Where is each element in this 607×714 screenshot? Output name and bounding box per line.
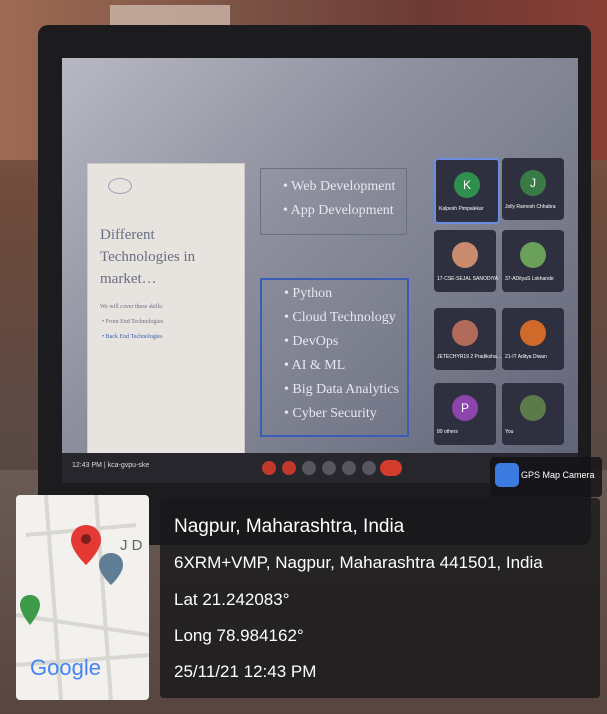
participant-name: Kalpesh Pimpalekar	[439, 206, 484, 212]
participant-tile[interactable]: P 80 others	[434, 383, 496, 445]
avatar	[452, 320, 478, 346]
location-city: Nagpur, Maharashtra, India	[174, 516, 405, 537]
topic-item: • Cyber Security	[284, 406, 377, 421]
more-options-icon[interactable]	[362, 461, 376, 475]
avatar	[520, 242, 546, 268]
gps-camera-icon	[495, 463, 519, 487]
topic-item: • DevOps	[284, 334, 339, 349]
topic-item: • Cloud Technology	[284, 310, 396, 325]
location-map: J D Google	[16, 495, 149, 700]
monitor-screen: Different Technologies in market… We wil…	[62, 58, 578, 483]
school-pin-icon	[99, 553, 123, 585]
participant-tile[interactable]: 37-ADityaS Lokhande	[502, 230, 564, 292]
park-pin-icon	[20, 595, 40, 625]
participant-name: 17-CSE-SEJAL SANODIYA	[437, 276, 499, 282]
topic-box-development: • Web Development • App Development	[260, 168, 407, 235]
avatar: J	[520, 170, 546, 196]
participant-name: 37-ADityaS Lokhande	[505, 276, 554, 282]
participant-tile[interactable]: K Kalpesh Pimpalekar	[434, 158, 500, 224]
map-place-initials: J D	[120, 537, 143, 554]
gps-camera-badge: GPS Map Camera	[490, 457, 602, 497]
avatar	[452, 242, 478, 268]
avatar: K	[454, 172, 480, 198]
gps-camera-label: GPS Map Camera	[521, 470, 595, 480]
avatar	[520, 320, 546, 346]
slide-bullet: • Front End Technologies	[102, 319, 164, 325]
slide-subtitle: We will cover these skills:	[100, 304, 164, 310]
topic-item: • App Development	[283, 203, 394, 218]
topic-box-technologies: • Python • Cloud Technology • DevOps • A…	[260, 278, 409, 437]
mic-icon[interactable]	[262, 461, 276, 475]
end-call-button[interactable]	[380, 460, 402, 476]
location-pin-icon	[71, 525, 101, 565]
avatar	[520, 395, 546, 421]
location-latitude: Lat 21.242083°	[174, 590, 290, 609]
location-address: 6XRM+VMP, Nagpur, Maharashtra 441501, In…	[174, 553, 543, 572]
participant-name: You	[505, 429, 514, 435]
slide-bullet: • Back End Technologies	[102, 334, 163, 340]
participant-name: Jolly Ramesh Chhabra	[505, 204, 556, 210]
meeting-time-code: 12:43 PM | kca-gvpu-ske	[72, 462, 150, 469]
captions-icon[interactable]	[302, 461, 316, 475]
raise-hand-icon[interactable]	[322, 461, 336, 475]
google-logo: Google	[30, 655, 101, 680]
topic-item: • Python	[284, 286, 333, 301]
topic-item: • Web Development	[283, 179, 396, 194]
slide-title: Different Technologies in market…	[100, 227, 196, 287]
participant-tile[interactable]: You	[502, 383, 564, 445]
participant-tile[interactable]: 21-IT Aditya Diwan	[502, 308, 564, 370]
shared-slide: Different Technologies in market… We wil…	[87, 163, 245, 455]
slide-logo-icon	[108, 178, 132, 194]
participant-tile[interactable]: JETECHYR19 2 Pradiksha…	[434, 308, 502, 370]
participant-tile[interactable]: J Jolly Ramesh Chhabra	[502, 158, 564, 220]
topic-item: • Big Data Analytics	[284, 382, 399, 397]
participant-tile[interactable]: 17-CSE-SEJAL SANODIYA	[434, 230, 499, 292]
location-datetime: 25/11/21 12:43 PM	[174, 662, 317, 681]
participant-name: JETECHYR19 2 Pradiksha…	[437, 354, 502, 360]
participant-name: 21-IT Aditya Diwan	[505, 354, 547, 360]
location-info-panel: Nagpur, Maharashtra, India 6XRM+VMP, Nag…	[160, 498, 600, 698]
participant-name: 80 others	[437, 429, 458, 435]
camera-icon[interactable]	[282, 461, 296, 475]
topic-item: • AI & ML	[284, 358, 346, 373]
present-icon[interactable]	[342, 461, 356, 475]
avatar: P	[452, 395, 478, 421]
location-longitude: Long 78.984162°	[174, 626, 304, 645]
